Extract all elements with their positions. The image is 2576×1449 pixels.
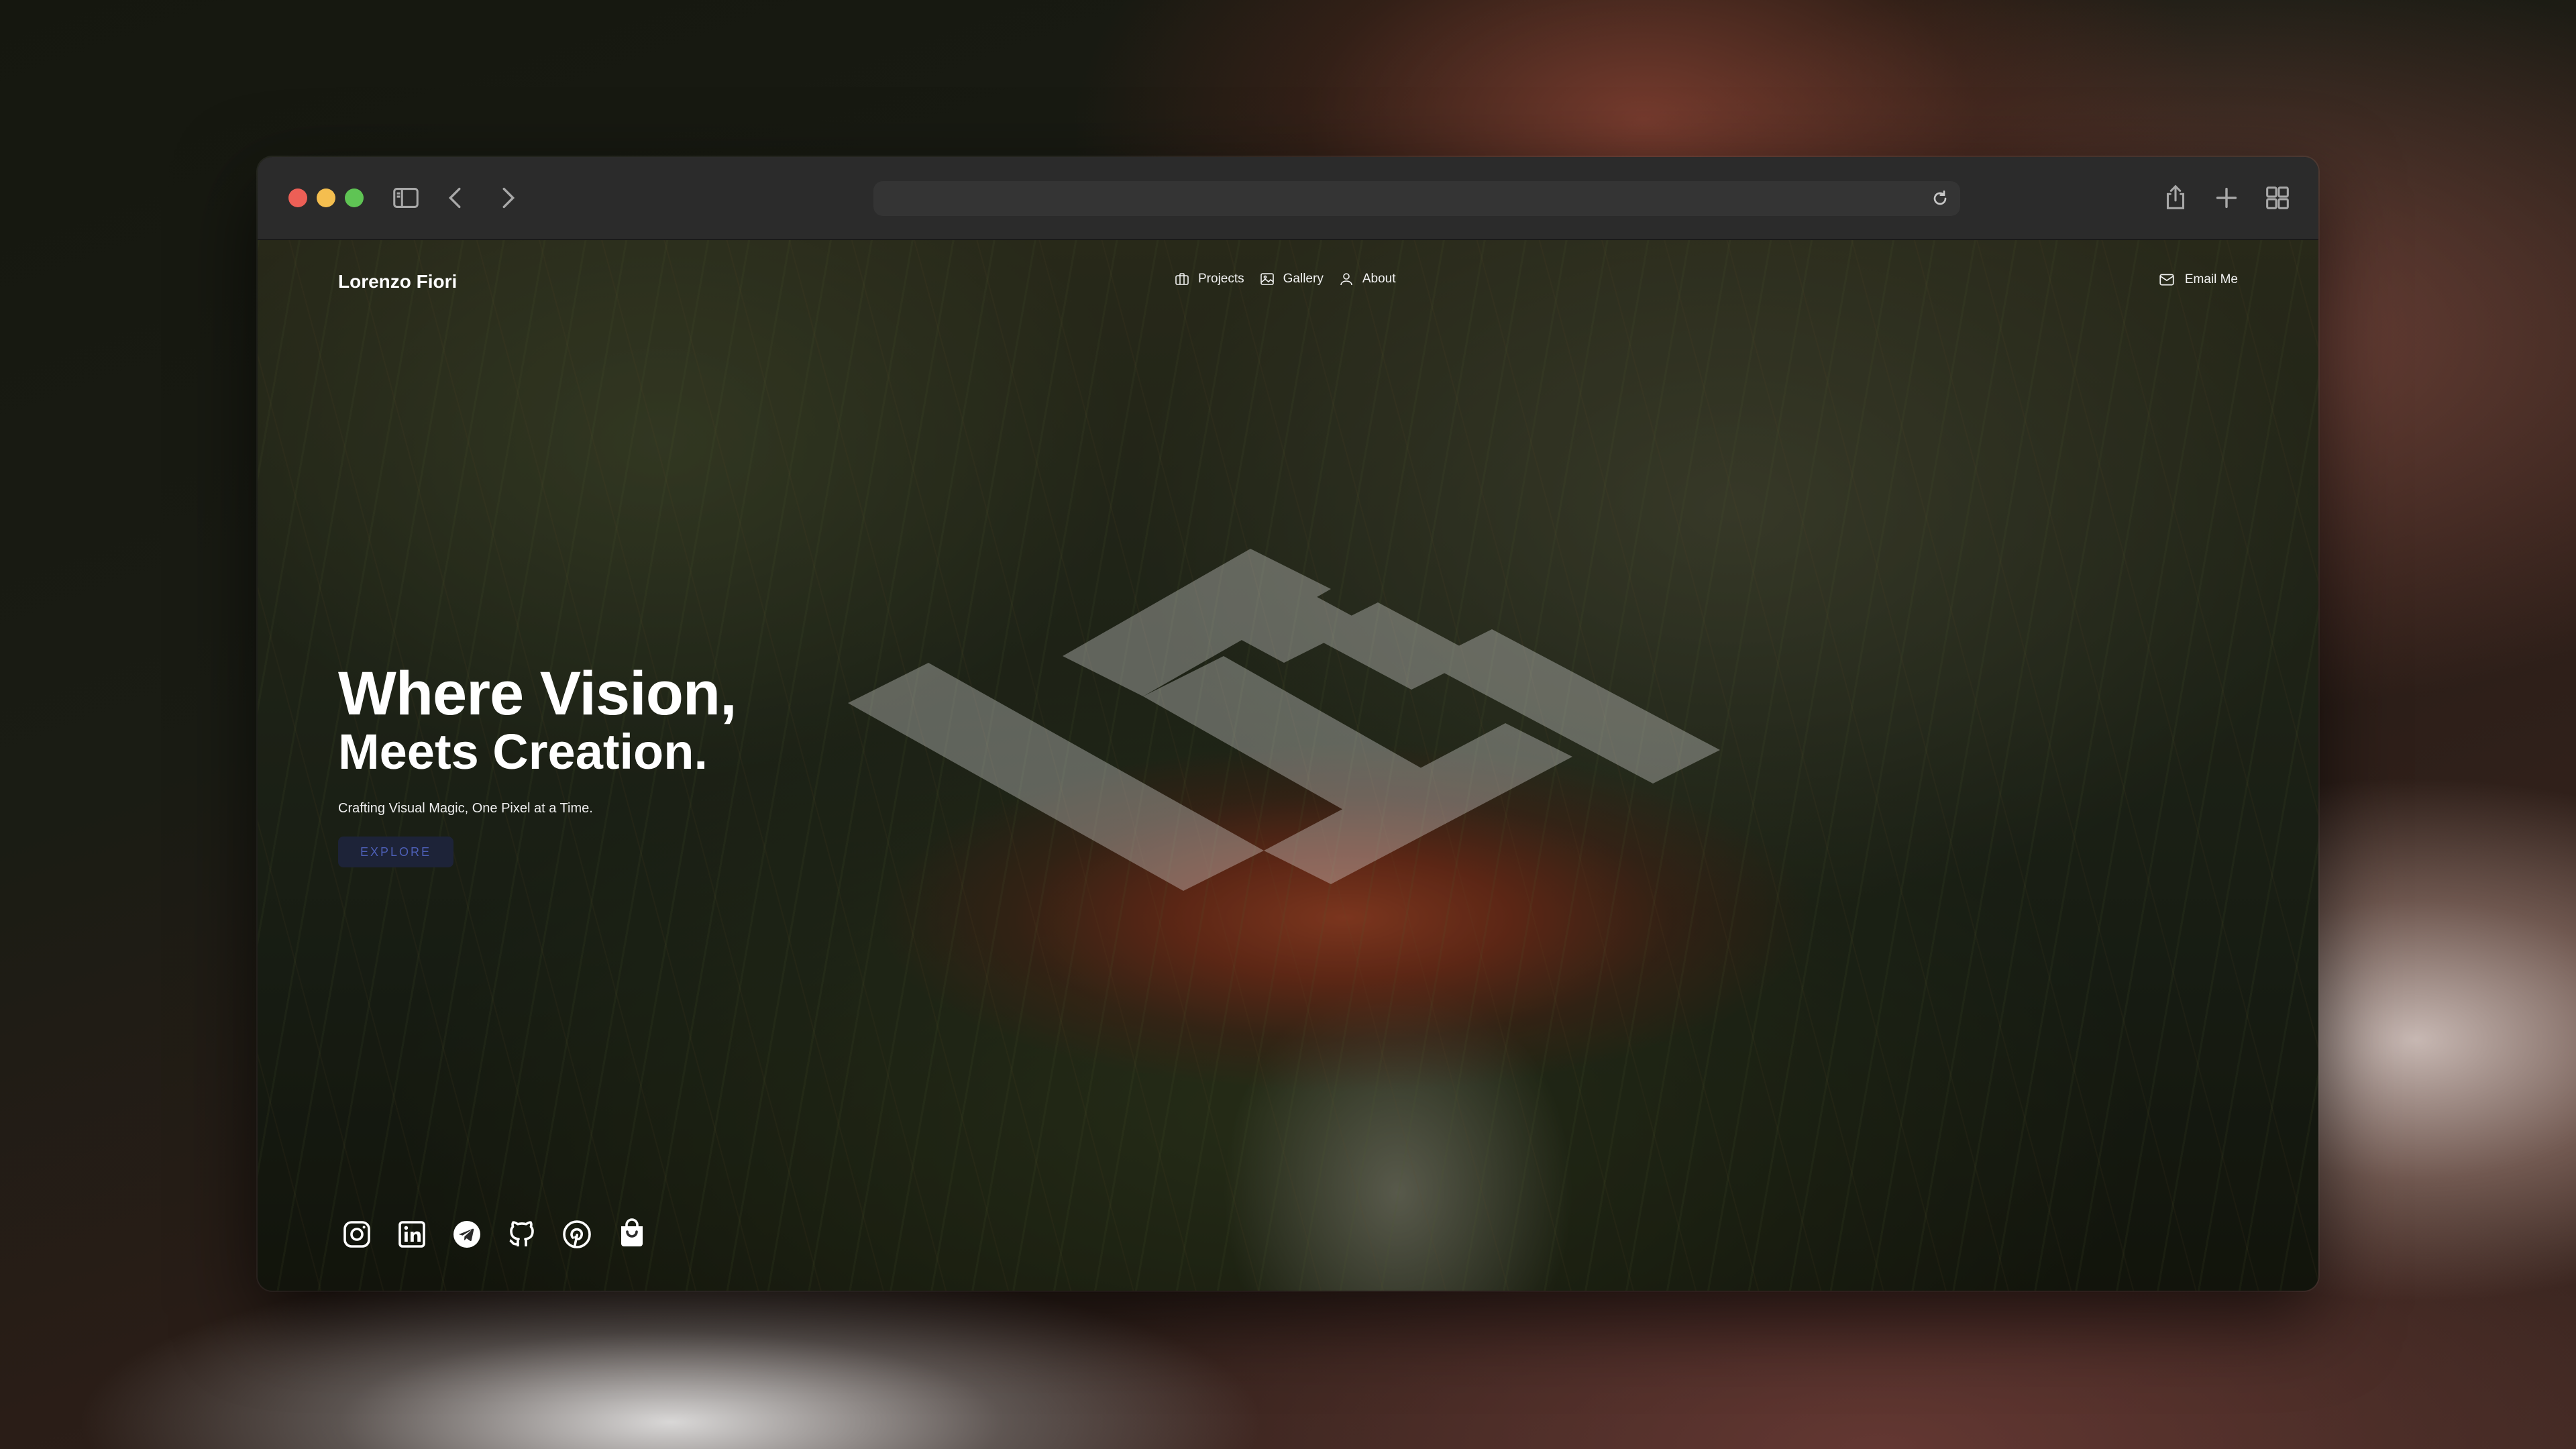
browser-toolbar xyxy=(258,157,2318,240)
maximize-window-button[interactable] xyxy=(345,189,364,207)
pinterest-icon xyxy=(563,1220,591,1248)
nav-gallery-label: Gallery xyxy=(1283,272,1324,286)
forward-arrow-icon[interactable] xyxy=(492,182,523,213)
image-icon xyxy=(1260,273,1274,285)
pinterest-link[interactable] xyxy=(561,1218,593,1250)
back-arrow-icon[interactable] xyxy=(440,182,471,213)
user-icon xyxy=(1340,273,1352,286)
nav-about-label: About xyxy=(1362,272,1396,286)
telegram-link[interactable] xyxy=(451,1218,483,1250)
mail-icon xyxy=(2159,274,2174,286)
browser-window: Lorenzo Fiori Projects Gallery About Ema… xyxy=(258,157,2318,1291)
new-tab-icon[interactable] xyxy=(2211,182,2242,213)
hero-content: Where Vision, Meets Creation. Crafting V… xyxy=(338,663,737,867)
github-link[interactable] xyxy=(506,1218,538,1250)
hero-heading-line-2: Meets Creation. xyxy=(338,724,708,780)
nav-projects[interactable]: Projects xyxy=(1174,271,1244,287)
minimize-window-button[interactable] xyxy=(317,189,335,207)
hero-subtitle: Crafting Visual Magic, One Pixel at a Ti… xyxy=(338,801,593,816)
email-me-link[interactable]: Email Me xyxy=(2158,271,2238,288)
briefcase-icon xyxy=(1175,273,1189,285)
social-links xyxy=(341,1218,648,1250)
close-window-button[interactable] xyxy=(288,189,307,207)
email-me-label: Email Me xyxy=(2184,272,2238,286)
github-icon xyxy=(509,1221,534,1246)
site-brand[interactable]: Lorenzo Fiori xyxy=(338,271,457,292)
reload-icon[interactable] xyxy=(1929,188,1951,209)
linkedin-icon xyxy=(398,1221,425,1248)
hero-section: Lorenzo Fiori Projects Gallery About Ema… xyxy=(258,240,2318,1291)
instagram-icon xyxy=(343,1221,370,1248)
share-icon[interactable] xyxy=(2160,182,2191,213)
shopping-bag-icon xyxy=(621,1218,643,1246)
main-navigation: Projects Gallery About xyxy=(1174,271,1395,287)
shop-link[interactable] xyxy=(616,1218,648,1250)
logo-watermark-icon xyxy=(848,549,1720,891)
nav-projects-label: Projects xyxy=(1198,272,1244,286)
nav-about[interactable]: About xyxy=(1338,271,1396,287)
hero-heading-line-1: Where Vision, xyxy=(338,659,737,728)
linkedin-link[interactable] xyxy=(396,1218,428,1250)
nav-gallery[interactable]: Gallery xyxy=(1259,271,1324,287)
address-bar[interactable] xyxy=(873,181,1960,216)
explore-button[interactable]: EXPLORE xyxy=(338,837,453,867)
tab-overview-icon[interactable] xyxy=(2262,182,2293,213)
instagram-link[interactable] xyxy=(341,1218,373,1250)
sidebar-toggle-icon[interactable] xyxy=(390,182,421,213)
telegram-icon xyxy=(453,1221,480,1248)
